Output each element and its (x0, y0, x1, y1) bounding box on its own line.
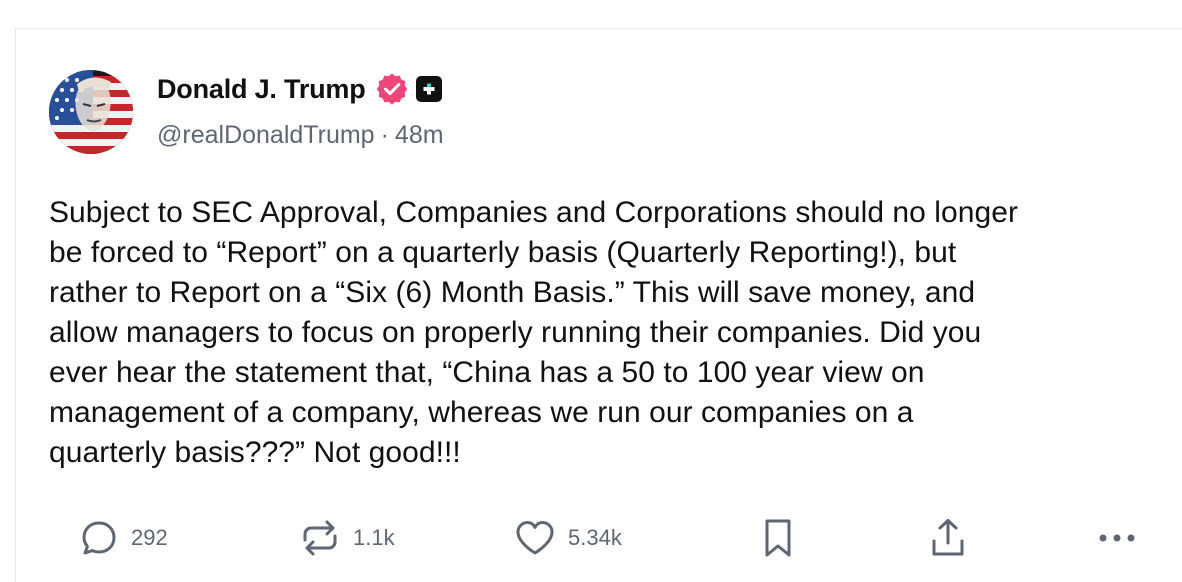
action-bar: 292 1.1k 5.34k (16, 515, 1182, 561)
author-display-name[interactable]: Donald J. Trump (157, 74, 366, 105)
bookmark-icon (762, 517, 794, 559)
bookmark-button[interactable] (762, 515, 794, 561)
like-count: 5.34k (568, 525, 622, 550)
reply-count: 292 (131, 525, 168, 550)
author-handle[interactable]: @realDonaldTrump (157, 121, 375, 149)
plus-badge-icon (415, 76, 442, 102)
separator-dot: · (380, 121, 389, 149)
repost-icon (299, 518, 341, 558)
reply-icon (79, 518, 119, 558)
post-timestamp[interactable]: 48m (395, 121, 444, 149)
repost-button[interactable]: 1.1k (299, 515, 395, 561)
verified-badge-icon (376, 73, 408, 105)
more-options-button[interactable] (1095, 515, 1139, 561)
reply-button[interactable]: 292 (79, 515, 168, 561)
more-icon (1095, 528, 1139, 548)
post-card: Donald J. Trump @realDonaldTrump · 48m Sub… (15, 28, 1182, 582)
repost-count: 1.1k (353, 525, 395, 550)
heart-icon (514, 518, 556, 558)
avatar-image (49, 70, 133, 154)
like-button[interactable]: 5.34k (514, 515, 622, 561)
avatar[interactable] (49, 70, 133, 154)
author-handle-row: @realDonaldTrump · 48m (157, 121, 444, 150)
author-name-row: Donald J. Trump (157, 71, 442, 107)
post-body: Subject to SEC Approval, Companies and C… (49, 196, 1018, 469)
share-button[interactable] (929, 515, 967, 561)
share-icon (929, 517, 967, 559)
